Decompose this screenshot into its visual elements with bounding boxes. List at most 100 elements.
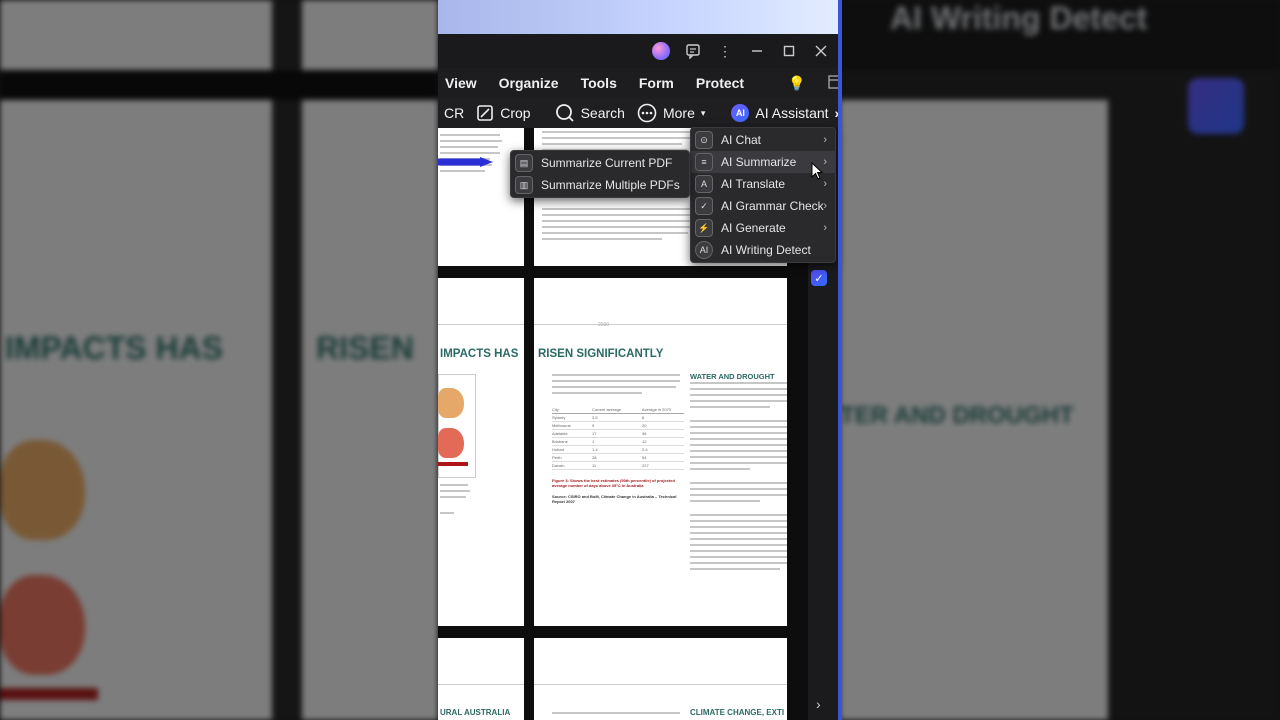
menu-item-ai-grammar-check[interactable]: ✓ AI Grammar Check › <box>691 195 835 217</box>
table-cell: Brisbane <box>552 439 568 444</box>
table-cell: 54 <box>642 455 647 460</box>
menu-protect[interactable]: Protect <box>696 75 744 91</box>
table-cell: Adelaide <box>552 431 568 436</box>
minimize-icon[interactable] <box>748 42 766 60</box>
menu-item-ai-generate[interactable]: ⚡ AI Generate › <box>691 217 835 239</box>
table-header: Average in 2070 <box>642 407 672 412</box>
account-avatar-icon[interactable] <box>652 42 670 60</box>
table-cell: Melbourne <box>552 423 571 428</box>
background-right: AI Writing Detect TER AND DROUGHT <box>840 0 1280 720</box>
chevron-right-icon: › <box>823 134 827 146</box>
table-cell: Hobart <box>552 447 565 452</box>
menu-item-ai-chat[interactable]: ⊙ AI Chat › <box>691 129 835 151</box>
ai-assistant-menu: ⊙ AI Chat › ≡ AI Summarize › A AI Transl… <box>690 127 836 263</box>
more-circle-icon <box>637 103 657 123</box>
ocr-label: CR <box>444 105 465 121</box>
crop-label: Crop <box>500 105 531 121</box>
lightbulb-icon[interactable]: 💡 <box>788 75 805 92</box>
menu-bar: View Organize Tools Form Protect 💡 ⋯ <box>438 68 840 98</box>
page-heading: URAL AUSTRALIA <box>440 708 511 717</box>
crop-button[interactable]: Crop <box>470 104 536 122</box>
figure-source: Source: CSIRO and BoM, Climate Change in… <box>552 494 677 504</box>
page-thumbnail: IMPACTS HAS <box>438 278 524 626</box>
table-cell: Sydney <box>552 415 566 420</box>
chevron-right-icon: › <box>823 222 827 234</box>
menu-form[interactable]: Form <box>639 75 674 91</box>
background-left: IMPACTS HAS RISEN <box>0 0 438 720</box>
chevron-right-icon[interactable]: › <box>816 696 821 712</box>
table-row: Hobart 1.4 2.4 <box>552 446 684 454</box>
summarize-submenu: ▤ Summarize Current PDF ▥ Summarize Mult… <box>510 150 690 198</box>
menu-item-ai-writing-detect[interactable]: AI AI Writing Detect <box>691 239 835 261</box>
menu-item-label: AI Grammar Check <box>721 199 824 213</box>
figure-caption: Figure 3: Shows the best estimates (50th… <box>552 478 675 488</box>
table-cell: 1 <box>592 439 595 444</box>
ai-badge-icon: AI <box>731 104 750 122</box>
maximize-icon[interactable] <box>780 42 798 60</box>
window-accent-edge <box>838 0 842 720</box>
ocr-button[interactable]: CR <box>438 105 470 121</box>
bg-heading-left: IMPACTS HAS <box>5 330 224 366</box>
menu-item-summarize-multiple[interactable]: ▥ Summarize Multiple PDFs <box>511 174 689 196</box>
page-thumbnail: CLIMATE CHANGE, EXTI <box>534 638 787 720</box>
table-row: Adelaide 17 36 <box>552 430 684 438</box>
chevron-right-icon: › <box>823 200 827 212</box>
chevron-down-icon: ▾ <box>700 107 706 118</box>
generate-icon: ⚡ <box>695 219 713 237</box>
table-cell: 2.4 <box>642 447 648 452</box>
table-cell: Perth <box>552 455 562 460</box>
crop-icon <box>477 105 494 121</box>
menu-item-label: AI Writing Detect <box>721 243 811 257</box>
table-row: Darwin 11 227 <box>552 462 684 470</box>
table-row: Perth 28 54 <box>552 454 684 462</box>
table-cell: 8 <box>642 415 645 420</box>
more-button[interactable]: More ▾ <box>631 103 711 123</box>
menu-tools[interactable]: Tools <box>581 75 617 91</box>
ai-writing-detect-icon[interactable]: ✓ <box>811 270 827 286</box>
table-cell: 227 <box>642 463 649 468</box>
table-header: Current average <box>592 407 621 412</box>
summarize-icon: ≡ <box>695 153 713 171</box>
table-cell: 28 <box>592 455 597 460</box>
feedback-icon[interactable] <box>684 42 702 60</box>
documents-icon: ▥ <box>515 176 533 194</box>
table-cell: 9 <box>592 423 595 428</box>
pdf-editor-window: ⋮ View Organize Tools Form Protect 💡 ⋯ C… <box>438 0 840 720</box>
table-cell: 17 <box>592 431 597 436</box>
ai-assistant-button[interactable]: AI AI Assistant › <box>725 104 840 122</box>
table-cell: 12 <box>642 439 647 444</box>
page-heading: CLIMATE CHANGE, EXTI <box>690 708 785 717</box>
menu-item-summarize-current[interactable]: ▤ Summarize Current PDF <box>511 152 689 174</box>
table-cell: 3.5 <box>592 415 598 420</box>
menu-item-label: AI Chat <box>721 133 762 147</box>
menu-item-label: AI Translate <box>721 177 786 191</box>
ai-assistant-label: AI Assistant <box>755 105 829 121</box>
table-header-row: City Current average Average in 2070 <box>552 406 684 414</box>
document-icon: ▤ <box>515 154 533 172</box>
table-row: Melbourne 9 20 <box>552 422 684 430</box>
page-heading: RISEN SIGNIFICANTLY <box>538 348 664 360</box>
ai-detect-icon: AI <box>695 241 713 259</box>
close-icon[interactable] <box>812 42 830 60</box>
bg-heading-left2: RISEN <box>316 330 414 366</box>
table-row: Brisbane 1 12 <box>552 438 684 446</box>
page-heading: IMPACTS HAS <box>440 348 519 360</box>
menu-item-label: Summarize Current PDF <box>541 156 673 170</box>
grammar-check-icon: ✓ <box>695 197 713 215</box>
menu-item-label: AI Generate <box>721 221 786 235</box>
menu-view[interactable]: View <box>445 75 477 91</box>
search-label: Search <box>580 105 625 121</box>
table-cell: Darwin <box>552 463 565 468</box>
page-number: 2030 <box>598 322 610 328</box>
bg-heading-right: TER AND DROUGHT <box>840 402 1074 429</box>
search-button[interactable]: Search <box>549 103 631 123</box>
table-header: City <box>552 407 559 412</box>
highlight-arrow-icon <box>438 157 493 167</box>
chevron-right-icon: › <box>823 156 827 168</box>
page-thumbnail: 2030 RISEN SIGNIFICANTLY WATER AND DROUG… <box>534 278 787 626</box>
menu-organize[interactable]: Organize <box>499 75 559 91</box>
tool-bar: CR Crop Search More ▾ AI AI Assistant › <box>438 98 840 128</box>
table-cell: 20 <box>642 423 647 428</box>
kebab-menu-icon[interactable]: ⋮ <box>716 42 734 60</box>
table-row: Sydney 3.5 8 <box>552 414 684 422</box>
